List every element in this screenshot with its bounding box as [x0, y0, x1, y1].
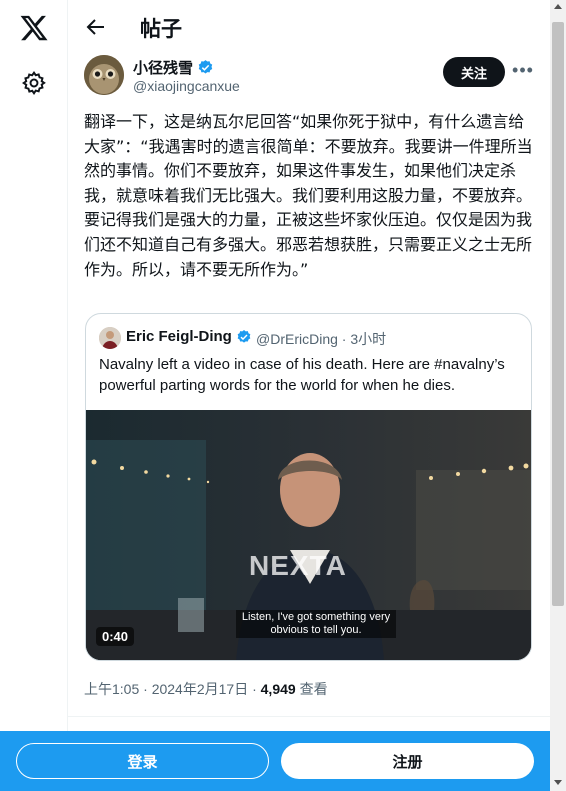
author-name[interactable]: 小径残雪: [133, 57, 193, 78]
main-column: 帖子 小径残雪 @xiaojingcanxue 关注 ••• 翻译一下，这是纳瓦…: [68, 0, 550, 791]
left-rail: [0, 0, 68, 791]
quote-author-avatar[interactable]: [99, 327, 121, 349]
scrollbar[interactable]: [550, 0, 566, 791]
scroll-up-arrow-icon[interactable]: [554, 4, 562, 9]
tweet-timestamp-row: 上午1:05 · 2024年2月17日 · 4,949 查看: [84, 679, 328, 699]
page-header: 帖子: [68, 0, 550, 54]
login-button[interactable]: 登录: [16, 743, 269, 779]
verified-badge-icon: [198, 60, 213, 74]
quote-text: Navalny left a video in case of his deat…: [99, 356, 505, 394]
signup-button[interactable]: 注册: [281, 743, 534, 779]
verified-badge-icon: [237, 329, 251, 343]
view-count: 4,949: [260, 681, 296, 697]
divider: [68, 716, 550, 717]
quoted-tweet[interactable]: Eric Feigl-Ding @DrEricDing · 3小时 Navaln…: [85, 313, 532, 661]
video-caption: Listen, I've got something very obvious …: [236, 610, 396, 638]
author-name-row[interactable]: 小径残雪: [133, 57, 214, 78]
scroll-down-arrow-icon[interactable]: [554, 780, 562, 785]
back-arrow-icon[interactable]: [84, 15, 108, 39]
portrait-avatar-image: [99, 327, 121, 349]
video-duration: 0:40: [96, 627, 135, 646]
video-watermark: NEXTA: [249, 550, 347, 581]
author-avatar[interactable]: [84, 55, 124, 95]
owl-avatar-image: [84, 55, 124, 95]
author-handle[interactable]: @xiaojingcanxue: [133, 78, 240, 94]
quote-author-name[interactable]: Eric Feigl-Ding: [126, 328, 232, 345]
more-options-icon[interactable]: •••: [512, 60, 534, 82]
scrollbar-thumb[interactable]: [552, 22, 564, 606]
x-logo-icon[interactable]: [19, 13, 49, 43]
tweet-timestamp[interactable]: 上午1:05 · 2024年2月17日 ·: [84, 681, 261, 697]
gear-icon[interactable]: [21, 70, 47, 96]
tweet-text: 翻译一下，这是纳瓦尔尼回答“如果你死于狱中，有什么遗言给大家”：“我遇害时的遗言…: [84, 112, 533, 279]
follow-button[interactable]: 关注: [443, 57, 505, 87]
quote-author-meta[interactable]: @DrEricDing · 3小时: [256, 329, 386, 349]
video-player[interactable]: NEXTA Listen, I've got something very ob…: [86, 410, 531, 660]
quote-author-name-row[interactable]: Eric Feigl-Ding: [126, 328, 252, 345]
view-count-label: 查看: [295, 681, 328, 697]
page-title: 帖子: [140, 17, 182, 41]
